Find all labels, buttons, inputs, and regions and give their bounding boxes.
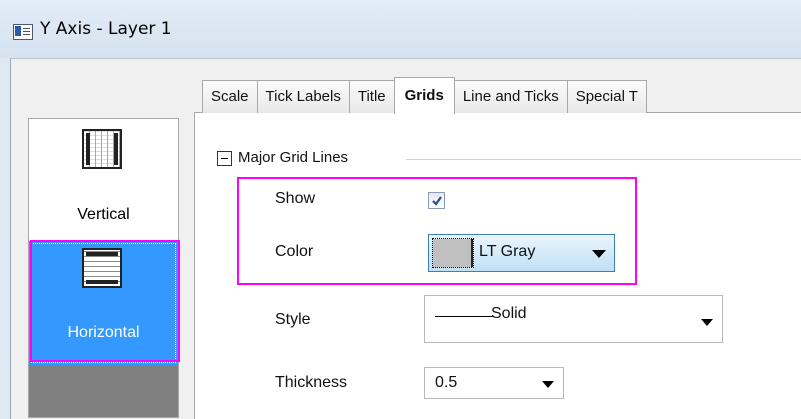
sidebar-item-label: Vertical xyxy=(77,206,130,223)
tab-scale[interactable]: Scale xyxy=(202,80,258,113)
thickness-label: Thickness xyxy=(275,374,348,391)
collapse-icon[interactable] xyxy=(217,151,232,166)
chevron-down-icon xyxy=(542,381,554,388)
tab-title[interactable]: Title xyxy=(348,80,395,113)
sidebar-item-horizontal[interactable]: Horizontal xyxy=(29,241,178,365)
sidebar-item-vertical[interactable]: Vertical xyxy=(29,119,178,241)
tab-special[interactable]: Special T xyxy=(566,80,647,113)
color-dropdown[interactable]: LT Gray xyxy=(428,234,615,272)
window-title: Y Axis - Layer 1 xyxy=(40,19,172,39)
vertical-grid-icon xyxy=(82,129,122,169)
style-dropdown[interactable]: Solid xyxy=(424,295,723,343)
group-divider xyxy=(406,159,801,160)
style-value: Solid xyxy=(491,305,527,322)
chevron-down-icon xyxy=(592,250,606,258)
group-title: Major Grid Lines xyxy=(238,149,349,166)
sidebar-item-label: Horizontal xyxy=(67,324,140,341)
tab-line-and-ticks[interactable]: Line and Ticks xyxy=(453,80,568,113)
thickness-dropdown[interactable]: 0.5 xyxy=(424,367,564,399)
line-style-preview xyxy=(435,316,493,317)
axis-direction-list: Vertical Horizontal xyxy=(28,118,179,418)
tab-tick-labels[interactable]: Tick Labels xyxy=(256,80,350,113)
tab-grids[interactable]: Grids xyxy=(393,77,455,114)
window-icon xyxy=(13,24,33,40)
thickness-value: 0.5 xyxy=(435,374,458,391)
style-label: Style xyxy=(275,311,311,328)
tab-bar: Scale Tick Labels Title Grids Line and T… xyxy=(202,77,647,114)
horizontal-grid-icon xyxy=(82,248,122,288)
color-label: Color xyxy=(275,243,314,260)
color-swatch xyxy=(432,238,474,268)
show-checkbox[interactable] xyxy=(428,192,445,209)
chevron-down-icon xyxy=(701,319,713,326)
show-label: Show xyxy=(275,190,316,207)
title-bar: Y Axis - Layer 1 xyxy=(0,0,801,58)
color-value: LT Gray xyxy=(479,243,536,260)
checkmark-icon xyxy=(432,196,442,206)
